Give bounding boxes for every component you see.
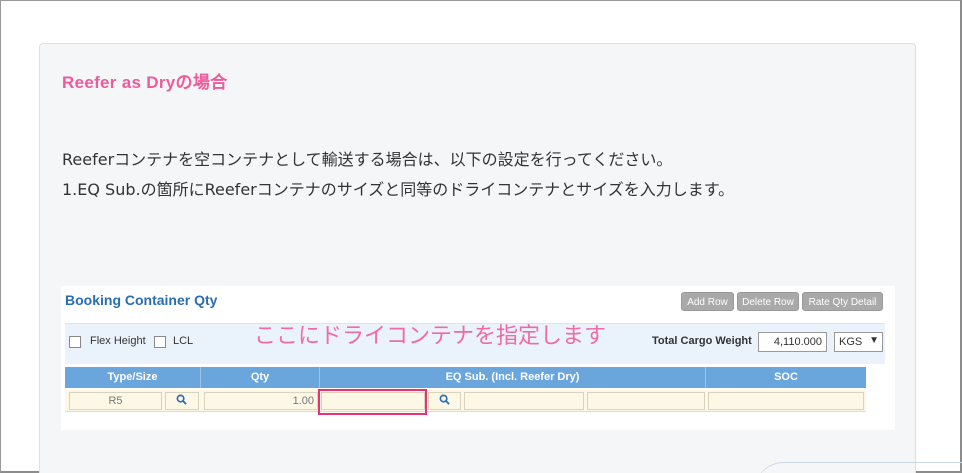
column-eq-sub: EQ Sub. (Incl. Reefer Dry) <box>320 367 706 388</box>
lcl-label: LCL <box>173 335 194 347</box>
delete-row-button[interactable]: Delete Row <box>737 292 799 311</box>
eq-sub-size-input[interactable] <box>464 392 584 410</box>
column-type-size: Type/Size <box>65 367 201 388</box>
soc-input[interactable] <box>708 392 864 410</box>
eq-sub-extra-input[interactable] <box>587 392 705 410</box>
column-qty: Qty <box>201 367 320 388</box>
chevron-down-icon: ▼ <box>869 335 879 346</box>
column-soc: SOC <box>774 371 798 383</box>
paragraph-step-1: 1.EQ Sub.の箇所にReeferコンテナのサイズと同等のドライコンテナとサ… <box>62 180 735 199</box>
weight-unit-value: KGS <box>839 336 863 348</box>
add-row-button[interactable]: Add Row <box>681 292 734 311</box>
decorative-corner <box>754 462 962 473</box>
total-cargo-weight-input[interactable]: 4,110.000 <box>758 332 827 352</box>
type-size-input[interactable]: R5 <box>69 392 162 410</box>
section-heading: Reefer as Dryの場合 <box>62 73 228 92</box>
rate-qty-detail-button[interactable]: Rate Qty Detail <box>802 292 883 311</box>
weight-unit-select[interactable]: KGS ▼ <box>834 332 883 352</box>
flex-height-label: Flex Height <box>90 335 146 347</box>
total-cargo-weight-label: Total Cargo Weight <box>652 335 752 347</box>
paragraph-intro: Reeferコンテナを空コンテナとして輸送する場合は、以下の設定を行ってください… <box>62 150 673 169</box>
magnifier-icon <box>176 394 187 405</box>
annotation-callout: ここにドライコンテナを指定します <box>254 324 607 349</box>
booking-container-qty-title: Booking Container Qty <box>65 292 218 308</box>
magnifier-icon <box>439 394 450 405</box>
lcl-checkbox[interactable] <box>154 336 166 348</box>
flex-height-checkbox[interactable] <box>69 336 81 348</box>
qty-input[interactable]: 1.00 <box>204 392 318 410</box>
highlight-box <box>318 389 427 415</box>
